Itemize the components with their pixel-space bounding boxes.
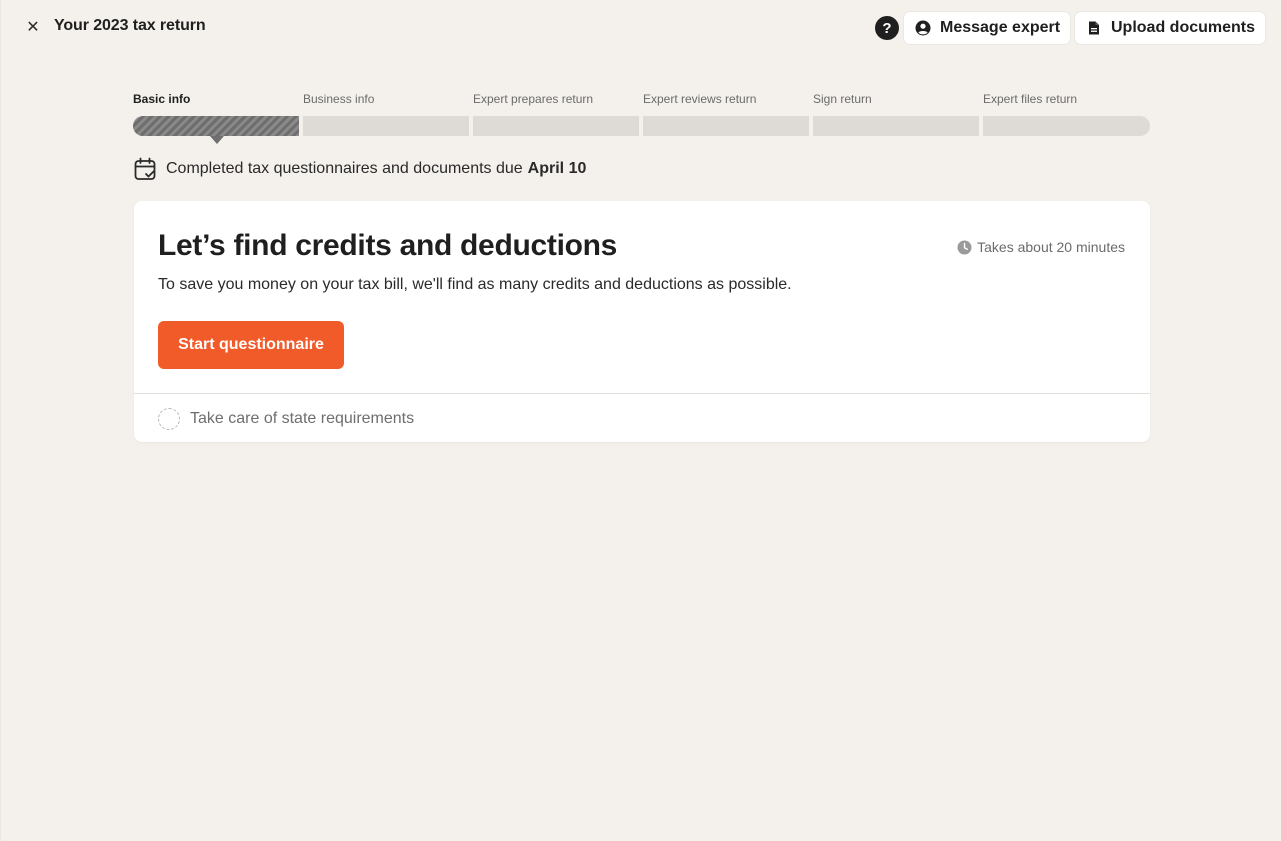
due-date: April 10	[527, 160, 587, 177]
page: ✕ Your 2023 tax return ? Message expert	[0, 0, 1281, 841]
progress-step-business-info: Business info	[303, 92, 469, 152]
progress-step-expert-prepares: Expert prepares return	[473, 92, 639, 152]
progress-segment	[303, 116, 469, 136]
progress-segment	[473, 116, 639, 136]
progress-step-basic-info: Basic info	[133, 92, 299, 152]
next-task-item[interactable]: Take care of state requirements	[158, 407, 414, 431]
current-step-pointer	[210, 136, 224, 144]
help-icon[interactable]: ?	[875, 16, 899, 40]
card-divider	[134, 393, 1150, 394]
upload-documents-label: Upload documents	[1111, 19, 1256, 36]
due-text: Completed tax questionnaires and documen…	[166, 160, 523, 177]
user-circle-icon	[915, 20, 931, 36]
duration-estimate: Takes about 20 minutes	[957, 239, 1125, 255]
start-questionnaire-button[interactable]: Start questionnaire	[158, 321, 344, 369]
due-date-notice: Completed tax questionnaires and documen…	[134, 156, 586, 182]
step-label: Expert files return	[983, 92, 1078, 106]
card-title: Let’s find credits and deductions	[158, 229, 618, 262]
step-label: Expert prepares return	[473, 92, 594, 106]
progress-tracker: Basic info Business info Expert prepares…	[133, 92, 1150, 152]
step-label: Business info	[303, 92, 375, 106]
progress-segment-active	[133, 116, 299, 136]
progress-step-sign-return: Sign return	[813, 92, 979, 152]
task-card: Let’s find credits and deductions Takes …	[134, 201, 1150, 442]
duration-text: Takes about 20 minutes	[977, 239, 1125, 255]
progress-segment	[983, 116, 1150, 136]
progress-segment	[813, 116, 979, 136]
step-label: Sign return	[813, 92, 872, 106]
page-title: Your 2023 tax return	[54, 17, 206, 34]
next-task-label: Take care of state requirements	[190, 410, 415, 427]
calendar-check-icon	[134, 157, 156, 181]
step-label: Expert reviews return	[643, 92, 757, 106]
top-bar: ✕ Your 2023 tax return ? Message expert	[1, 0, 1281, 56]
document-icon	[1086, 20, 1102, 36]
progress-step-expert-files: Expert files return	[983, 92, 1150, 152]
close-icon[interactable]: ✕	[21, 15, 45, 39]
dashed-circle-icon	[158, 408, 180, 430]
upload-documents-button[interactable]: Upload documents	[1075, 12, 1265, 44]
card-description: To save you money on your tax bill, we'l…	[158, 276, 792, 293]
progress-segment	[643, 116, 809, 136]
message-expert-button[interactable]: Message expert	[904, 12, 1070, 44]
step-label: Basic info	[133, 92, 191, 106]
clock-icon	[957, 240, 972, 255]
progress-step-expert-reviews: Expert reviews return	[643, 92, 809, 152]
message-expert-label: Message expert	[940, 19, 1061, 36]
